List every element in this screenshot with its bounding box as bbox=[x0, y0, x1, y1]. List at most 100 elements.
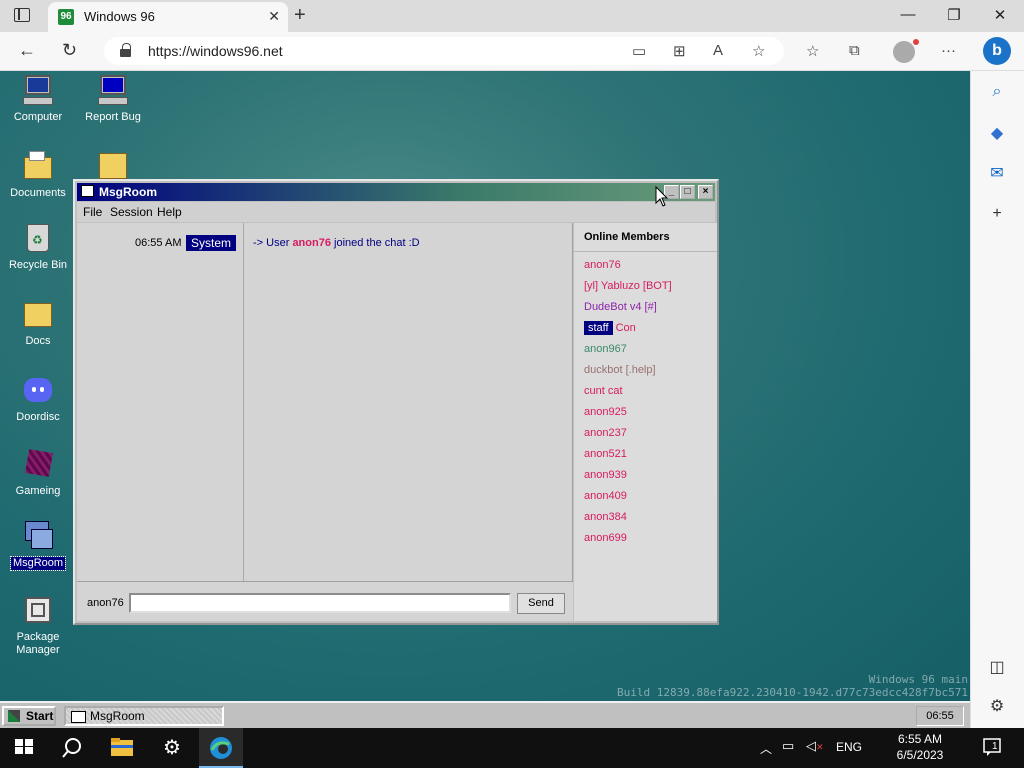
member-name: anon925 bbox=[584, 406, 627, 418]
message-text: -> User anon76 joined the chat :D bbox=[253, 237, 420, 249]
edge-sidebar: ⌕ ◆ ✉ + ◫ ⚙ bbox=[970, 71, 1024, 728]
package-icon bbox=[21, 593, 55, 627]
win96-taskbar: Start MsgRoom 06:55 bbox=[0, 701, 970, 728]
site-favicon-icon: 96 bbox=[58, 9, 74, 25]
msgroom-window[interactable]: MsgRoom _ □ × File Session Help 06:55 AM… bbox=[73, 179, 719, 625]
member-item[interactable]: anon409 bbox=[584, 490, 627, 502]
member-item[interactable]: anon237 bbox=[584, 427, 627, 439]
window-title-bar[interactable]: MsgRoom _ □ × bbox=[77, 183, 715, 201]
favorites-icon[interactable]: ☆ bbox=[806, 42, 819, 60]
file-explorer-icon[interactable] bbox=[110, 736, 134, 760]
mouse-cursor-icon bbox=[655, 186, 669, 207]
member-name: anon76 bbox=[584, 259, 621, 271]
address-toolbar: ← ↻ https://windows96.net ▭ ⊞ A ☆ ☆ ⧉ ··… bbox=[0, 32, 1024, 71]
members-header: Online Members bbox=[584, 231, 670, 243]
member-item[interactable]: anon967 bbox=[584, 343, 627, 355]
chat-log[interactable]: 06:55 AM System -> User anon76 joined th… bbox=[77, 223, 573, 581]
send-button[interactable]: Send bbox=[517, 593, 565, 614]
minimize-icon[interactable]: — bbox=[885, 6, 931, 23]
collections-icon[interactable]: ⧉ bbox=[849, 42, 860, 59]
member-item[interactable]: duckbot [.help] bbox=[584, 364, 656, 376]
win96-start-button[interactable]: Start bbox=[2, 706, 56, 726]
menu-file[interactable]: File bbox=[83, 205, 102, 219]
desktop-icon-doordisc[interactable]: Doordisc bbox=[0, 373, 76, 424]
tab-actions-icon[interactable] bbox=[14, 8, 30, 22]
member-item[interactable]: anon521 bbox=[584, 448, 627, 460]
favorite-star-icon[interactable]: ☆ bbox=[752, 42, 765, 60]
hide-sidebar-icon[interactable]: ◫ bbox=[987, 657, 1007, 677]
taskbar-item-msgroom[interactable]: MsgRoom bbox=[64, 706, 224, 726]
member-item[interactable]: staff Con bbox=[584, 321, 636, 335]
desktop-icon-recycle-bin[interactable]: ♻ Recycle Bin bbox=[0, 221, 76, 272]
desktop-icon-report-bug[interactable]: Report Bug bbox=[75, 73, 151, 124]
member-name: cunt cat bbox=[584, 385, 623, 397]
show-hidden-icons-icon[interactable]: ︿ bbox=[760, 740, 772, 757]
search-icon[interactable]: ⌕ bbox=[987, 83, 1007, 103]
member-item[interactable]: anon384 bbox=[584, 511, 627, 523]
clock-date[interactable]: 6:55 AM 6/5/2023 bbox=[880, 731, 960, 763]
folder-icon bbox=[21, 297, 55, 331]
refresh-button[interactable]: ↻ bbox=[62, 40, 77, 61]
msgroom-title-icon bbox=[81, 185, 94, 197]
browser-tab-bar: 96 Windows 96 ✕ + — ❐ ✕ bbox=[0, 0, 1024, 32]
member-name: anon237 bbox=[584, 427, 627, 439]
maximize-button[interactable]: □ bbox=[680, 185, 695, 199]
qr-code-icon[interactable]: ⊞ bbox=[673, 42, 686, 60]
computer-icon bbox=[21, 73, 55, 107]
office-icon[interactable]: ◆ bbox=[987, 123, 1007, 143]
game-cube-icon bbox=[21, 447, 55, 481]
member-name: anon384 bbox=[584, 511, 627, 523]
more-options-icon[interactable]: ··· bbox=[941, 42, 956, 59]
member-item[interactable]: cunt cat bbox=[584, 385, 623, 397]
staff-badge: staff bbox=[584, 321, 613, 335]
language-indicator[interactable]: ENG bbox=[836, 740, 862, 754]
new-tab-button[interactable]: + bbox=[294, 4, 306, 27]
outlook-icon[interactable]: ✉ bbox=[987, 163, 1007, 183]
volume-muted-icon[interactable]: ◁✕ bbox=[806, 738, 824, 754]
app-available-icon[interactable]: ▭ bbox=[632, 42, 646, 60]
member-item[interactable]: DudeBot v4 [#] bbox=[584, 301, 657, 313]
member-item[interactable]: [yl] Yabluzo [BOT] bbox=[584, 280, 672, 292]
menu-help[interactable]: Help bbox=[157, 205, 182, 219]
taskbar-edge-active[interactable] bbox=[199, 728, 243, 768]
close-tab-icon[interactable]: ✕ bbox=[268, 8, 280, 25]
network-icon[interactable]: ▭ bbox=[782, 738, 794, 754]
bing-chat-button[interactable]: b bbox=[983, 37, 1011, 65]
profile-avatar[interactable] bbox=[893, 39, 919, 63]
member-name: duckbot [.help] bbox=[584, 364, 656, 376]
member-item[interactable]: anon76 bbox=[584, 259, 621, 271]
lock-icon[interactable] bbox=[120, 43, 131, 57]
settings-gear-icon[interactable]: ⚙ bbox=[160, 736, 184, 760]
tab-title: Windows 96 bbox=[84, 9, 155, 24]
notification-center-icon[interactable]: 1 bbox=[982, 737, 1004, 757]
nickname-label[interactable]: anon76 bbox=[87, 597, 124, 609]
desktop-icon-docs[interactable]: Docs bbox=[0, 297, 76, 348]
close-window-icon[interactable]: ✕ bbox=[977, 6, 1023, 24]
back-button[interactable]: ← bbox=[18, 40, 36, 61]
read-aloud-icon[interactable]: A bbox=[713, 42, 723, 59]
windows-start-icon[interactable] bbox=[14, 736, 34, 760]
browser-tab[interactable]: 96 Windows 96 ✕ bbox=[48, 2, 288, 32]
add-sidebar-app-icon[interactable]: + bbox=[987, 205, 1007, 225]
desktop-icon-computer[interactable]: Computer bbox=[0, 73, 76, 124]
message-input[interactable] bbox=[129, 593, 511, 613]
message-username[interactable]: anon76 bbox=[292, 237, 331, 249]
member-item[interactable]: anon925 bbox=[584, 406, 627, 418]
member-item[interactable]: anon939 bbox=[584, 469, 627, 481]
restore-icon[interactable]: ❐ bbox=[931, 6, 977, 24]
member-name: anon939 bbox=[584, 469, 627, 481]
menu-session[interactable]: Session bbox=[110, 205, 153, 219]
notification-count: 1 bbox=[992, 741, 998, 752]
url-text[interactable]: https://windows96.net bbox=[148, 43, 283, 59]
close-button[interactable]: × bbox=[698, 185, 713, 199]
member-item[interactable]: anon699 bbox=[584, 532, 627, 544]
member-name: anon699 bbox=[584, 532, 627, 544]
desktop-icon-gameing[interactable]: Gameing bbox=[0, 447, 76, 498]
desktop-icon-msgroom[interactable]: MsgRoom bbox=[0, 519, 76, 571]
recycle-bin-icon: ♻ bbox=[21, 221, 55, 255]
sidebar-settings-gear-icon[interactable]: ⚙ bbox=[987, 696, 1007, 716]
report-bug-icon bbox=[96, 73, 130, 107]
desktop-icon-documents[interactable]: Documents bbox=[0, 149, 76, 200]
desktop-icon-package-manager[interactable]: Package Manager bbox=[0, 593, 76, 657]
search-icon[interactable] bbox=[60, 736, 84, 760]
